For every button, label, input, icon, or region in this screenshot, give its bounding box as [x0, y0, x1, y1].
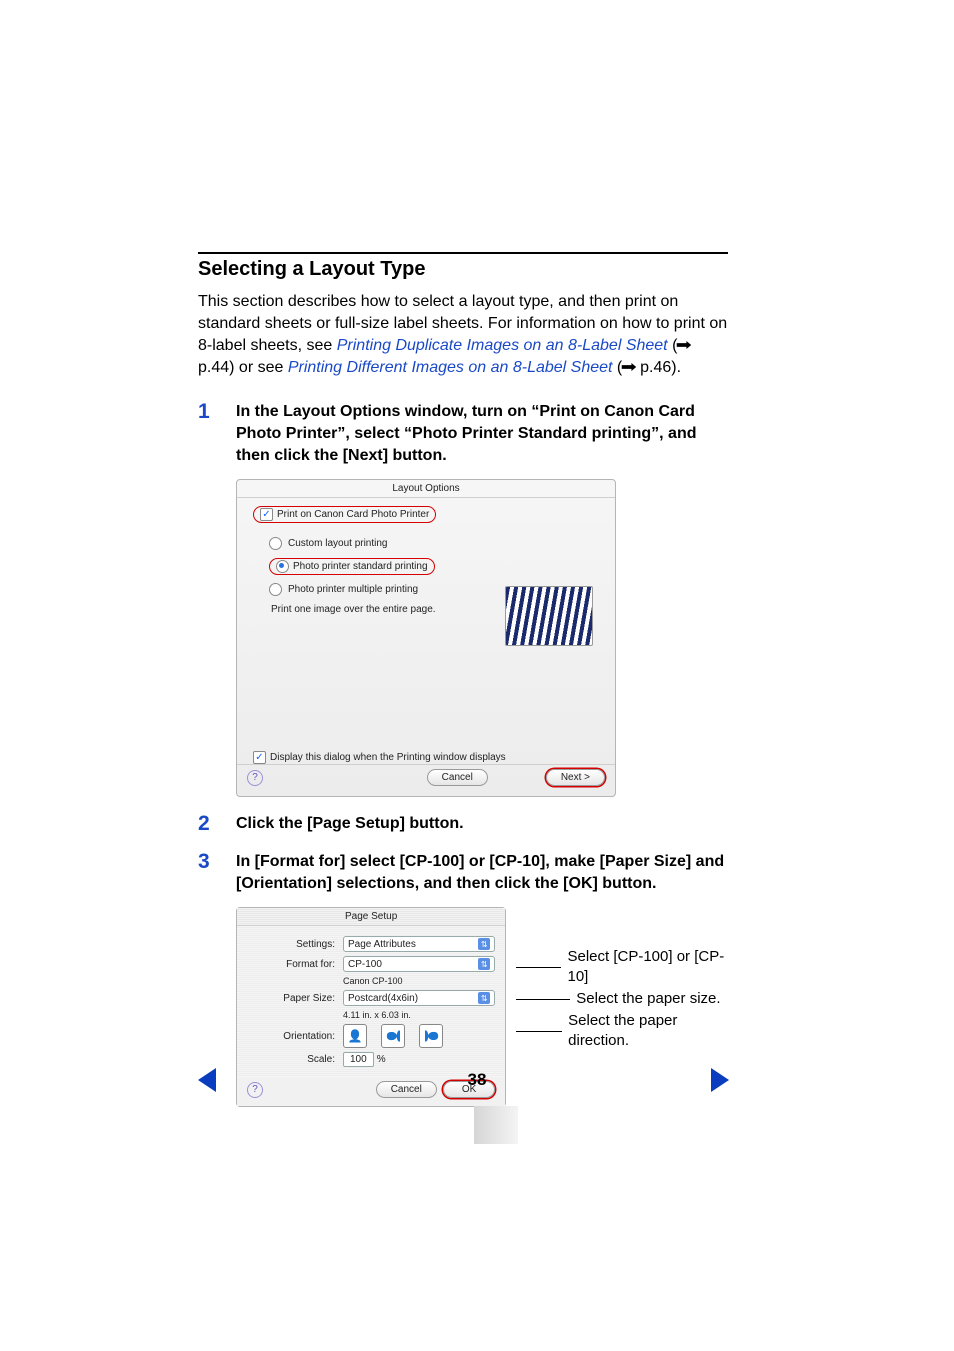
- settings-label: Settings:: [247, 939, 335, 950]
- orientation-portrait[interactable]: 👤: [343, 1024, 367, 1048]
- step-1-text: In the Layout Options window, turn on “P…: [236, 401, 728, 467]
- leader-line: [516, 1031, 562, 1032]
- intro-paragraph: This section describes how to select a l…: [198, 291, 728, 379]
- step-3-text: In [Format for] select [CP-100] or [CP-1…: [236, 851, 728, 895]
- person-icon: 👤: [424, 1029, 438, 1044]
- section-heading: Selecting a Layout Type: [198, 258, 728, 281]
- step-1: 1 In the Layout Options window, turn on …: [198, 401, 728, 797]
- arrow-right-icon: ➡: [621, 357, 637, 379]
- radio-multiple-label: Photo printer multiple printing: [288, 584, 418, 595]
- dialog-title: Layout Options: [237, 480, 615, 498]
- prev-page-icon[interactable]: [198, 1068, 216, 1092]
- print-on-checkbox[interactable]: [260, 508, 273, 521]
- next-button[interactable]: Next >: [546, 769, 605, 786]
- display-dialog-label: Display this dialog when the Printing wi…: [270, 752, 506, 763]
- format-for-sub: Canon CP-100: [343, 976, 495, 986]
- dropdown-arrows-icon: ⇅: [478, 938, 490, 950]
- radio-custom-layout[interactable]: [269, 537, 282, 550]
- help-icon[interactable]: ?: [247, 770, 263, 786]
- radio-standard-printing[interactable]: [276, 560, 289, 573]
- dropdown-arrows-icon: ⇅: [478, 958, 490, 970]
- leader-line: [516, 999, 570, 1000]
- person-icon: 👤: [386, 1029, 400, 1044]
- print-on-checkbox-highlight: Print on Canon Card Photo Printer: [253, 506, 436, 523]
- radio-custom-layout-label: Custom layout printing: [288, 538, 388, 549]
- person-icon: 👤: [348, 1029, 363, 1043]
- next-page-icon[interactable]: [711, 1068, 729, 1092]
- step-number: 1: [198, 401, 214, 797]
- annotation-format-for: Select [CP-100] or [CP-10]: [567, 947, 728, 987]
- link-different-images[interactable]: Printing Different Images on an 8-Label …: [288, 359, 613, 376]
- format-for-value: CP-100: [348, 959, 382, 970]
- step-2-text: Click the [Page Setup] button.: [236, 813, 728, 835]
- format-for-select[interactable]: CP-100 ⇅: [343, 956, 495, 972]
- radio-standard-highlight: Photo printer standard printing: [269, 558, 435, 575]
- paper-size-value: Postcard(4x6in): [348, 993, 418, 1004]
- dropdown-arrows-icon: ⇅: [478, 992, 490, 1004]
- page-divider-shadow: [474, 1106, 518, 1144]
- step-2: 2 Click the [Page Setup] button.: [198, 813, 728, 835]
- paper-size-select[interactable]: Postcard(4x6in) ⇅: [343, 990, 495, 1006]
- arrow-right-icon: ➡: [676, 335, 692, 357]
- orientation-landscape-right[interactable]: 👤: [419, 1024, 443, 1048]
- display-dialog-checkbox[interactable]: [253, 751, 266, 764]
- scale-label: Scale:: [247, 1054, 335, 1065]
- paper-size-label: Paper Size:: [247, 993, 335, 1004]
- scale-input[interactable]: 100: [343, 1052, 374, 1067]
- radio-standard-label: Photo printer standard printing: [293, 561, 428, 572]
- step-3: 3 In [Format for] select [CP-100] or [CP…: [198, 851, 728, 1107]
- leader-line: [516, 967, 561, 968]
- scale-unit: %: [377, 1054, 386, 1065]
- page-number: 38: [468, 1070, 487, 1090]
- intro-ref-2: p.46).: [636, 359, 681, 376]
- cancel-button[interactable]: Cancel: [427, 769, 488, 786]
- paper-size-sub: 4.11 in. x 6.03 in.: [343, 1010, 495, 1020]
- annotation-paper-size: Select the paper size.: [576, 989, 720, 1009]
- settings-select[interactable]: Page Attributes ⇅: [343, 936, 495, 952]
- orientation-label: Orientation:: [247, 1031, 335, 1042]
- settings-value: Page Attributes: [348, 939, 416, 950]
- radio-multiple-printing[interactable]: [269, 583, 282, 596]
- step-number: 2: [198, 813, 214, 835]
- section-rule: [198, 252, 728, 254]
- layout-options-dialog: Layout Options Print on Canon Card Photo…: [236, 479, 616, 797]
- dialog-title: Page Setup: [237, 908, 505, 926]
- print-on-label: Print on Canon Card Photo Printer: [277, 509, 429, 520]
- preview-thumbnail: [505, 586, 593, 646]
- annotation-orientation: Select the paper direction.: [568, 1011, 728, 1051]
- link-duplicate-images[interactable]: Printing Duplicate Images on an 8-Label …: [337, 337, 668, 354]
- orientation-landscape-left[interactable]: 👤: [381, 1024, 405, 1048]
- intro-ref-1: p.44) or see: [198, 359, 288, 376]
- format-for-label: Format for:: [247, 959, 335, 970]
